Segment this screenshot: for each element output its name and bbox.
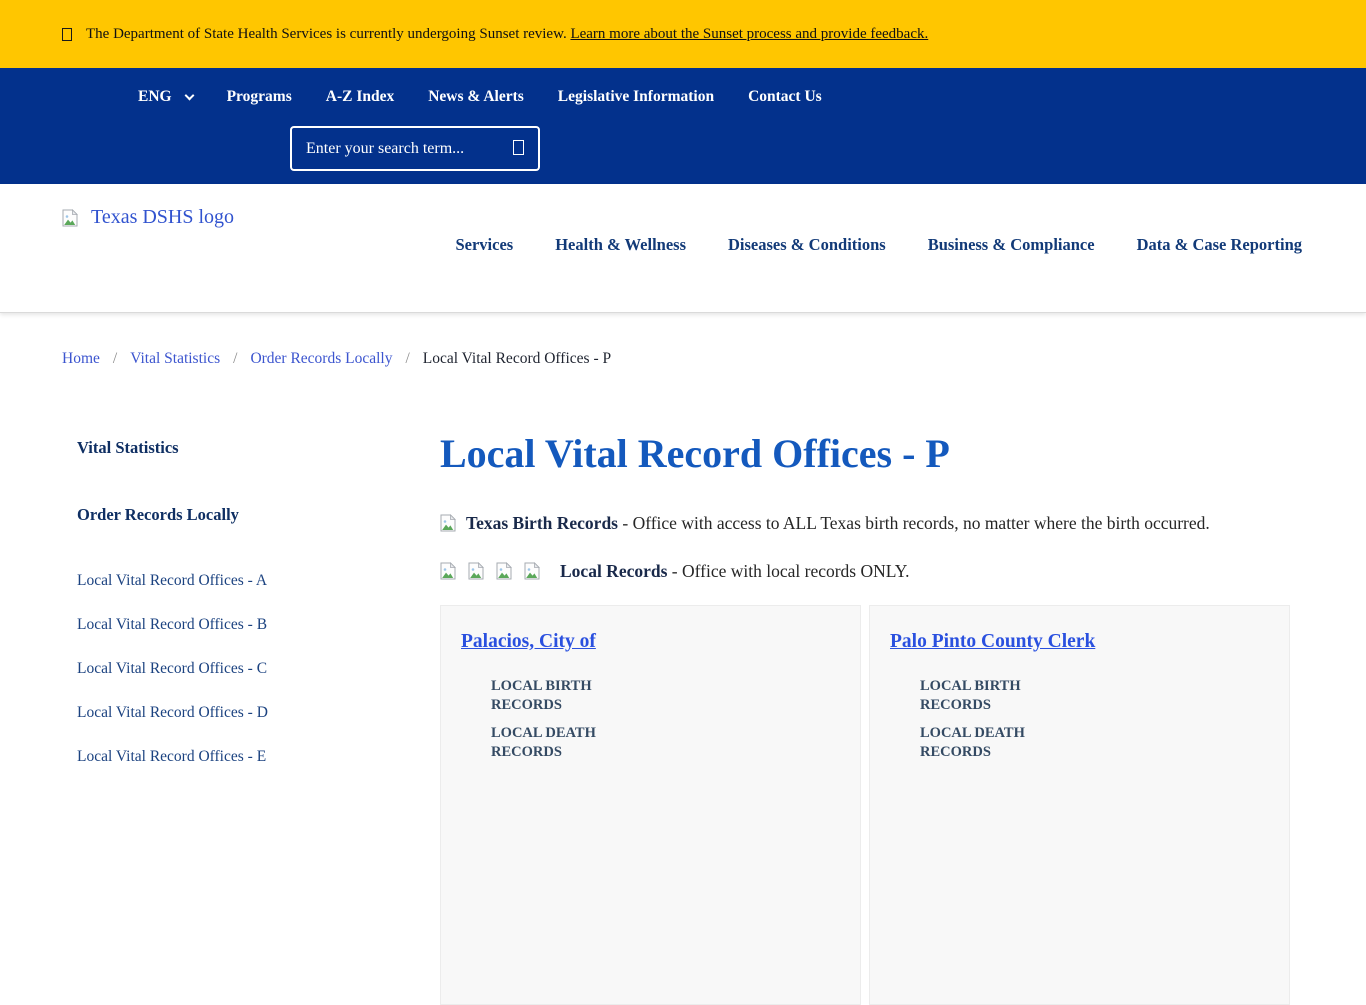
legend-texas-birth-records: Texas Birth Records - Office with access… [440, 509, 1290, 537]
nav-item-data-case-reporting[interactable]: Data & Case Reporting [1137, 235, 1302, 255]
legend-local-records: Local Records - Office with local record… [440, 558, 1290, 584]
sidebar: Vital Statistics Order Records Locally L… [77, 438, 407, 792]
broken-image-icon [62, 209, 78, 226]
main-nav: Services Health & Wellness Diseases & Co… [455, 235, 1302, 255]
legend-description: - Office with access to ALL Texas birth … [618, 513, 1210, 533]
top-navbar: ENG Programs A-Z Index News & Alerts Leg… [0, 68, 1366, 184]
alert-message: The Department of State Health Services … [86, 25, 567, 42]
nav-item-legislative-information[interactable]: Legislative Information [558, 88, 714, 106]
alert-text: The Department of State Health Services … [86, 26, 928, 43]
sidebar-item-vital-statistics[interactable]: Vital Statistics [77, 438, 407, 458]
broken-image-icon [440, 514, 456, 532]
nav-item-contact-us[interactable]: Contact Us [748, 88, 822, 106]
record-item-local-birth: LOCAL BIRTH RECORDS [491, 678, 592, 713]
nav-item-business-compliance[interactable]: Business & Compliance [928, 235, 1095, 255]
office-card-palo-pinto: Palo Pinto County Clerk LOCAL BIRTH RECO… [869, 605, 1290, 1005]
search-input[interactable] [292, 139, 509, 158]
breadcrumb-separator: / [405, 350, 410, 367]
breadcrumb-home[interactable]: Home [62, 350, 100, 368]
legend-text: Local Records - Office with local record… [560, 558, 909, 584]
sidebar-item-offices-a[interactable]: Local Vital Record Offices - A [77, 572, 407, 590]
nav-item-news-alerts[interactable]: News & Alerts [428, 88, 524, 106]
nav-item-az-index[interactable]: A-Z Index [326, 88, 394, 106]
site-logo[interactable]: Texas DSHS logo [62, 206, 234, 229]
language-selector[interactable]: ENG [138, 88, 195, 106]
record-list: LOCAL BIRTH RECORDS LOCAL DEATH RECORDS [461, 677, 840, 762]
breadcrumb-separator: / [112, 350, 118, 367]
nav-item-diseases-conditions[interactable]: Diseases & Conditions [728, 235, 886, 255]
record-list: LOCAL BIRTH RECORDS LOCAL DEATH RECORDS [890, 677, 1269, 762]
chevron-down-icon [184, 90, 195, 100]
sunset-review-link[interactable]: Learn more about the Sunset process and … [570, 26, 928, 42]
site-header: Texas DSHS logo Services Health & Wellne… [0, 184, 1366, 313]
sidebar-item-offices-d[interactable]: Local Vital Record Offices - D [77, 704, 407, 722]
sidebar-item-order-records-locally[interactable]: Order Records Locally [77, 505, 407, 525]
breadcrumb-current-page: Local Vital Record Offices - P [422, 350, 612, 367]
sidebar-item-offices-e[interactable]: Local Vital Record Offices - E [77, 748, 407, 766]
breadcrumb: Home / Vital Statistics / Order Records … [62, 350, 611, 368]
record-item-local-birth: LOCAL BIRTH RECORDS [920, 678, 1021, 713]
legend-description: - Office with local records ONLY. [667, 561, 910, 581]
search-button[interactable] [509, 139, 538, 158]
broken-image-icon [496, 562, 512, 580]
warning-icon [62, 27, 72, 41]
broken-image-icon [524, 562, 540, 580]
breadcrumb-vital-statistics[interactable]: Vital Statistics [130, 350, 220, 368]
legend-bold-label: Local Records [560, 561, 668, 581]
main-content: Local Vital Record Offices - P Texas Bir… [440, 430, 1290, 1005]
nav-item-services[interactable]: Services [455, 235, 513, 255]
breadcrumb-order-records-locally[interactable]: Order Records Locally [250, 350, 392, 368]
logo-alt-text: Texas DSHS logo [91, 206, 235, 228]
legend-bold-label: Texas Birth Records [466, 513, 618, 533]
utility-nav: ENG Programs A-Z Index News & Alerts Leg… [138, 88, 822, 106]
record-item-local-death: LOCAL DEATH RECORDS [491, 725, 596, 760]
broken-image-icon [468, 562, 484, 580]
office-cards: Palacios, City of LOCAL BIRTH RECORDS LO… [440, 605, 1290, 1005]
search-box [290, 126, 540, 171]
page-title: Local Vital Record Offices - P [440, 431, 950, 476]
breadcrumb-separator: / [233, 350, 238, 367]
record-item-local-death: LOCAL DEATH RECORDS [920, 725, 1025, 760]
search-icon [513, 139, 524, 155]
language-label: ENG [138, 88, 172, 105]
nav-item-programs[interactable]: Programs [227, 88, 292, 106]
office-link-palacios[interactable]: Palacios, City of [461, 631, 596, 653]
broken-image-icon [440, 562, 456, 580]
nav-item-health-wellness[interactable]: Health & Wellness [555, 235, 686, 255]
alert-banner: The Department of State Health Services … [0, 0, 1366, 68]
sidebar-item-offices-b[interactable]: Local Vital Record Offices - B [77, 616, 407, 634]
sidebar-item-offices-c[interactable]: Local Vital Record Offices - C [77, 660, 407, 678]
office-link-palo-pinto[interactable]: Palo Pinto County Clerk [890, 631, 1095, 653]
office-card-palacios: Palacios, City of LOCAL BIRTH RECORDS LO… [440, 605, 861, 1005]
